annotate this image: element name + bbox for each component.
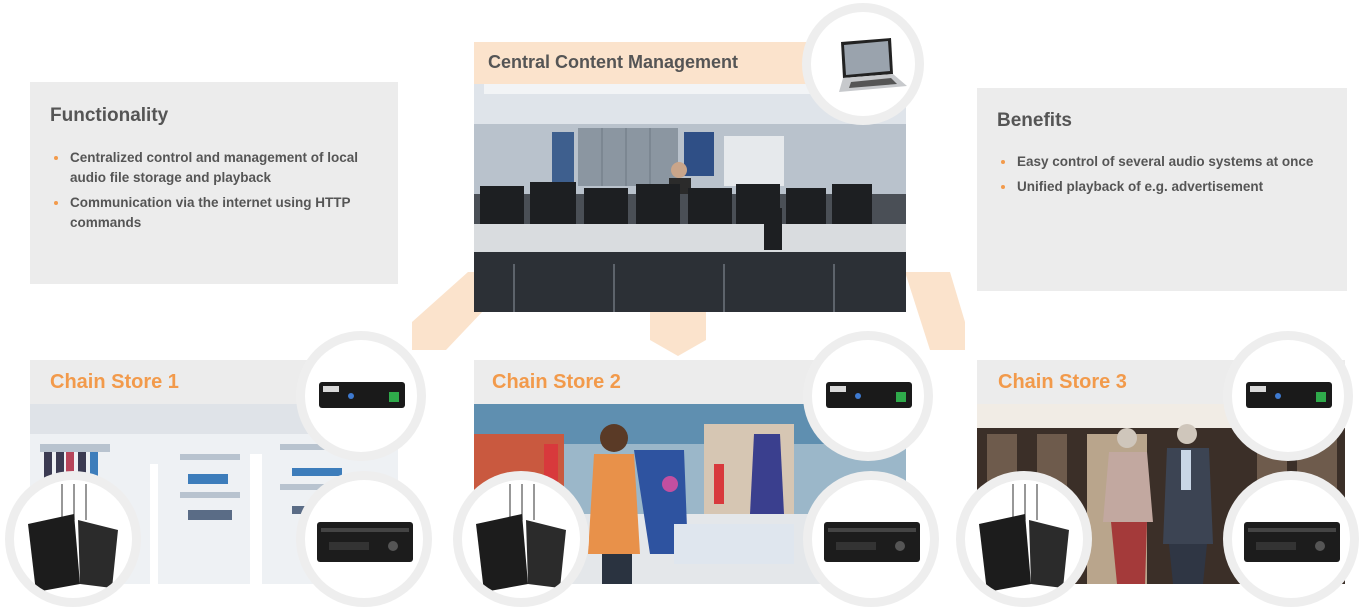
speaker-pair-icon [965, 480, 1083, 598]
network-audio-module-icon [1232, 340, 1344, 452]
control-room-photo [474, 84, 906, 312]
benefits-item: Unified playback of e.g. advertisement [997, 177, 1327, 197]
connector-center [650, 312, 706, 356]
functionality-item: Communication via the internet using HTT… [50, 193, 390, 233]
store-2-title: Chain Store 2 [492, 371, 621, 393]
connector-right [905, 272, 965, 350]
store-3-title: Chain Store 3 [998, 371, 1127, 393]
amplifier-icon [305, 480, 423, 598]
network-audio-module-icon [812, 340, 924, 452]
functionality-item: Centralized control and management of lo… [50, 148, 390, 188]
benefits-list: Easy control of several audio systems at… [997, 152, 1327, 202]
benefits-panel: Benefits Easy control of several audio s… [977, 88, 1347, 291]
store-1-title: Chain Store 1 [50, 371, 179, 393]
network-audio-module-icon [305, 340, 417, 452]
functionality-panel: Functionality Centralized control and ma… [30, 82, 398, 284]
amplifier-icon [812, 480, 930, 598]
speaker-pair-icon [14, 480, 132, 598]
central-title: Central Content Management [488, 52, 739, 72]
laptop-icon [811, 12, 915, 116]
benefits-title: Benefits [997, 110, 1072, 131]
functionality-list: Centralized control and management of lo… [50, 148, 390, 238]
functionality-title: Functionality [50, 105, 169, 126]
benefits-item: Easy control of several audio systems at… [997, 152, 1327, 172]
amplifier-icon [1232, 480, 1350, 598]
speaker-pair-icon [462, 480, 580, 598]
